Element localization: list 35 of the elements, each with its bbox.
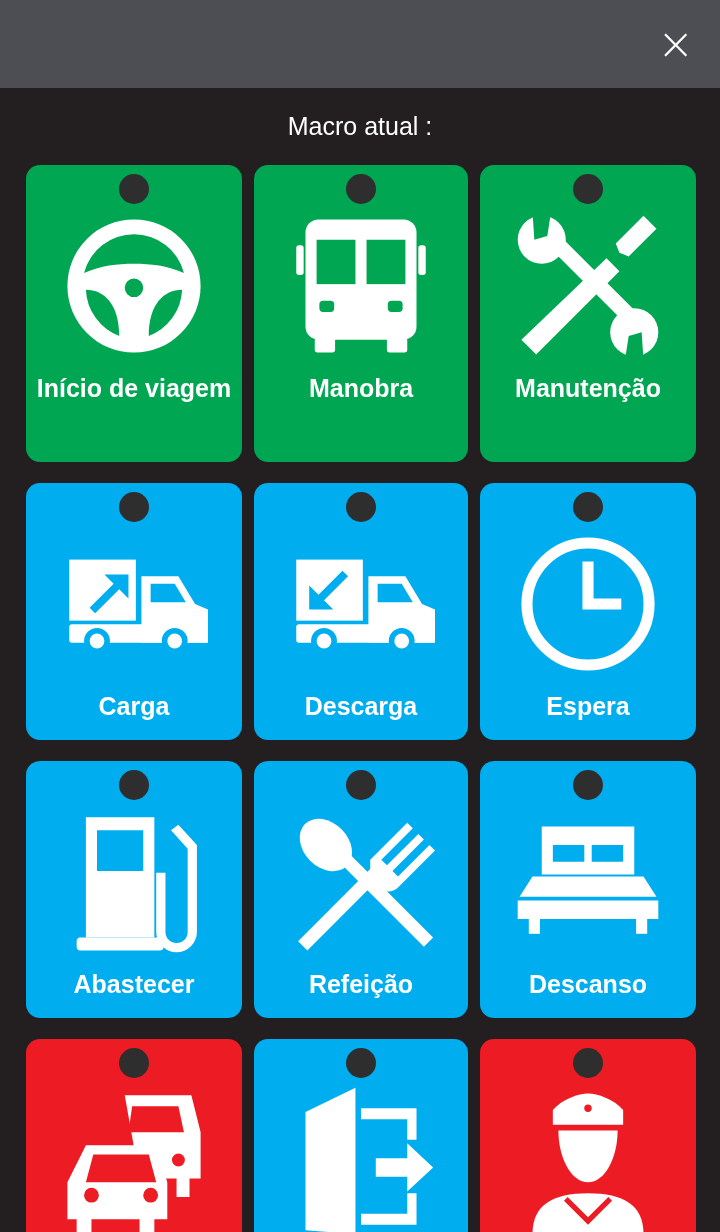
macro-label: Carga: [97, 691, 171, 722]
hole-icon: [346, 770, 376, 800]
macro-card[interactable]: Manobra: [254, 165, 468, 462]
macro-label: Refeição: [307, 969, 415, 1000]
macro-label: Manutenção: [514, 373, 662, 404]
macro-card[interactable]: Descarga: [254, 483, 468, 740]
macro-card[interactable]: [254, 1039, 468, 1232]
hole-icon: [346, 492, 376, 522]
hole-icon: [346, 174, 376, 204]
hole-icon: [573, 770, 603, 800]
hole-icon: [119, 492, 149, 522]
macro-card[interactable]: Refeição: [254, 761, 468, 1018]
macro-title: Macro atual :: [286, 111, 434, 142]
macro-card[interactable]: [480, 1039, 696, 1232]
hole-icon: [346, 1048, 376, 1078]
hole-icon: [119, 770, 149, 800]
macro-card[interactable]: Descanso: [480, 761, 696, 1018]
hole-icon: [573, 1048, 603, 1078]
macro-label: Espera: [545, 691, 631, 722]
close-button[interactable]: ×: [653, 22, 698, 66]
hole-icon: [119, 1048, 149, 1078]
hole-icon: [573, 492, 603, 522]
macro-card[interactable]: Manutenção: [480, 165, 696, 462]
macro-card[interactable]: Carga: [26, 483, 242, 740]
macro-card[interactable]: Início de viagem: [26, 165, 242, 462]
hole-icon: [573, 174, 603, 204]
macro-label: Abastecer: [72, 969, 196, 1000]
macro-label: Início de viagem: [35, 373, 233, 404]
macro-card[interactable]: Abastecer: [26, 761, 242, 1018]
macro-card[interactable]: Espera: [480, 483, 696, 740]
macro-label: Descanso: [527, 969, 649, 1000]
macro-label: Manobra: [307, 373, 415, 404]
macro-card[interactable]: [26, 1039, 242, 1232]
hole-icon: [119, 174, 149, 204]
macro-label: Descarga: [303, 691, 419, 722]
